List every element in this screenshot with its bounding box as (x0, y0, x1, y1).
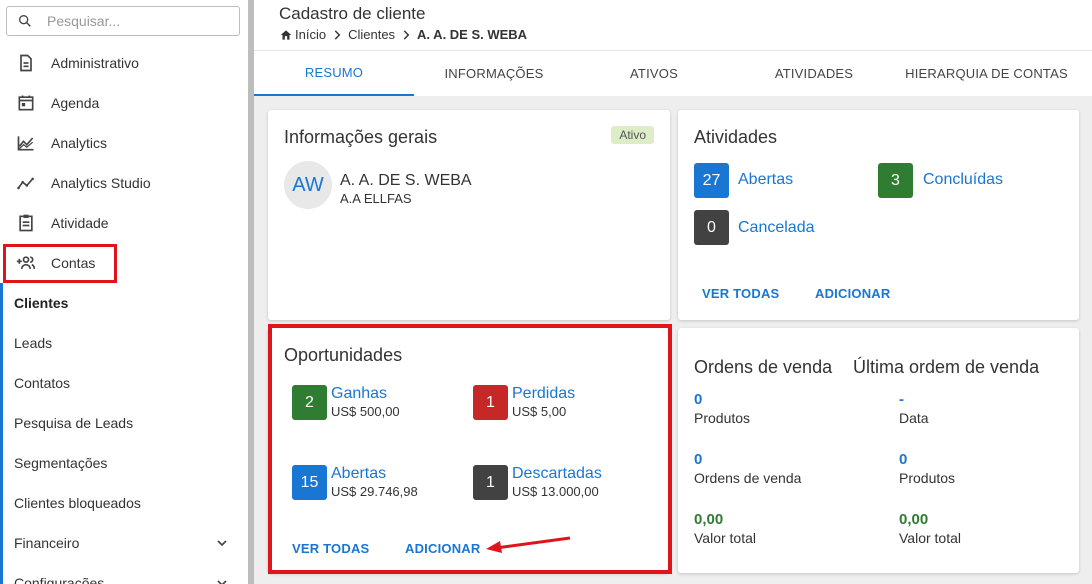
client-trade-name: A.A ELLFAS (340, 191, 412, 206)
page-header: Cadastro de cliente Início Clientes A. A… (254, 0, 1092, 50)
chevron-down-icon (217, 540, 227, 547)
clipboard-icon (15, 212, 37, 234)
page-title: Cadastro de cliente (279, 4, 426, 23)
search-input[interactable] (47, 13, 227, 29)
activities-card: Atividades 27 Abertas 3 Concluídas 0 Can… (678, 110, 1079, 320)
subitem-label: Pesquisa de Leads (14, 415, 134, 431)
breadcrumb-current: A. A. DE S. WEBA (417, 27, 528, 42)
sidebar-item-agenda[interactable]: Agenda (0, 83, 248, 123)
home-icon[interactable] (279, 28, 293, 42)
sidebar-item-label: Administrativo (51, 55, 139, 71)
sidebar-item-analytics[interactable]: Analytics (0, 123, 248, 163)
search-icon (18, 14, 31, 27)
subitem-label: Financeiro (14, 535, 80, 551)
orders-label: Ordens de venda (694, 470, 802, 486)
subitem-label: Segmentações (14, 455, 108, 471)
subitem-label: Leads (14, 335, 53, 351)
open-activities-count: 27 (694, 163, 729, 198)
add-activity-button[interactable]: ADICIONAR (815, 286, 890, 301)
sidebar-subitem-leads[interactable]: Leads (0, 323, 248, 363)
subitem-label: Contatos (14, 375, 71, 391)
annotation-arrow-icon (486, 536, 571, 553)
sales-orders-card: Ordens de venda Última ordem de venda 0 … (678, 328, 1079, 573)
last-order-total-label: Valor total (899, 530, 961, 546)
card-title: Informações gerais (284, 127, 438, 147)
orders-value: 0 (694, 451, 703, 468)
area-chart-icon (15, 132, 37, 154)
card-title: Atividades (694, 127, 778, 147)
subitem-label: Configurações (14, 575, 105, 584)
done-activities-count: 3 (878, 163, 913, 198)
last-order-date-label: Data (899, 410, 929, 426)
products-value: 0 (694, 391, 703, 408)
chevron-right-icon (334, 29, 341, 40)
cancelled-activities-count: 0 (694, 210, 729, 245)
sidebar-item-analytics-studio[interactable]: Analytics Studio (0, 163, 248, 203)
sidebar-subitem-segmentacoes[interactable]: Segmentações (0, 443, 248, 483)
tab-atividades[interactable]: ATIVIDADES (734, 51, 894, 96)
last-order-title: Última ordem de venda (853, 357, 1040, 377)
last-order-products-label: Produtos (899, 470, 956, 486)
sidebar-item-atividade[interactable]: Atividade (0, 203, 248, 243)
last-order-products-value: 0 (899, 451, 908, 468)
sidebar-subitem-clientes-bloqueados[interactable]: Clientes bloqueados (0, 483, 248, 523)
tab-hierarquia-de-contas[interactable]: HIERARQUIA DE CONTAS (894, 51, 1079, 96)
last-order-date-value: - (899, 391, 904, 408)
breadcrumb: Início Clientes A. A. DE S. WEBA (279, 27, 527, 42)
breadcrumb-clientes[interactable]: Clientes (348, 27, 395, 42)
chevron-down-icon (217, 580, 227, 584)
client-name: A. A. DE S. WEBA (340, 172, 472, 189)
tab-bar: RESUMO INFORMAÇÕES ATIVOS ATIVIDADES HIE… (254, 50, 1092, 96)
status-badge: Ativo (611, 126, 654, 144)
document-icon (15, 52, 37, 74)
products-label: Produtos (694, 410, 751, 426)
subitem-label: Clientes bloqueados (14, 495, 141, 511)
done-activities-link[interactable]: Concluídas (923, 171, 1003, 189)
main-content: Cadastro de cliente Início Clientes A. A… (254, 0, 1092, 584)
open-activities-link[interactable]: Abertas (738, 171, 793, 189)
sidebar-item-label: Agenda (51, 95, 100, 111)
search-box[interactable] (6, 6, 240, 36)
trend-line-icon (15, 172, 37, 194)
sidebar-subitem-configuracoes[interactable]: Configurações (0, 563, 248, 584)
sidebar-subitem-financeiro[interactable]: Financeiro (0, 523, 248, 563)
avatar: AW (284, 161, 332, 209)
last-order-total-value: 0,00 (899, 511, 929, 528)
sidebar-item-administrativo[interactable]: Administrativo (0, 43, 248, 83)
sidebar-subitem-pesquisa-de-leads[interactable]: Pesquisa de Leads (0, 403, 248, 443)
tab-resumo[interactable]: RESUMO (254, 51, 414, 96)
tab-informacoes[interactable]: INFORMAÇÕES (414, 51, 574, 96)
tab-ativos[interactable]: ATIVOS (574, 51, 734, 96)
chevron-right-icon (403, 29, 410, 40)
sidebar-item-label: Analytics (51, 135, 108, 151)
calendar-icon (15, 92, 37, 114)
sidebar-item-label: Atividade (51, 215, 109, 231)
breadcrumb-inicio[interactable]: Início (295, 27, 326, 42)
sales-orders-title: Ordens de venda (694, 357, 833, 377)
sidebar: Administrativo Agenda Analytics Analytic… (0, 0, 248, 584)
total-label: Valor total (694, 530, 756, 546)
cancelled-activities-link[interactable]: Cancelada (738, 219, 815, 237)
highlight-box-opportunities (268, 324, 672, 574)
sidebar-subitem-clientes[interactable]: Clientes (0, 283, 248, 323)
highlight-box-contas (3, 244, 117, 283)
view-all-activities-button[interactable]: VER TODAS (702, 286, 779, 301)
sidebar-subitem-contatos[interactable]: Contatos (0, 363, 248, 403)
sidebar-item-label: Analytics Studio (51, 175, 151, 191)
total-value: 0,00 (694, 511, 724, 528)
general-info-card: Informações gerais Ativo AW A. A. DE S. … (268, 110, 670, 320)
subitem-label: Clientes (14, 295, 69, 311)
